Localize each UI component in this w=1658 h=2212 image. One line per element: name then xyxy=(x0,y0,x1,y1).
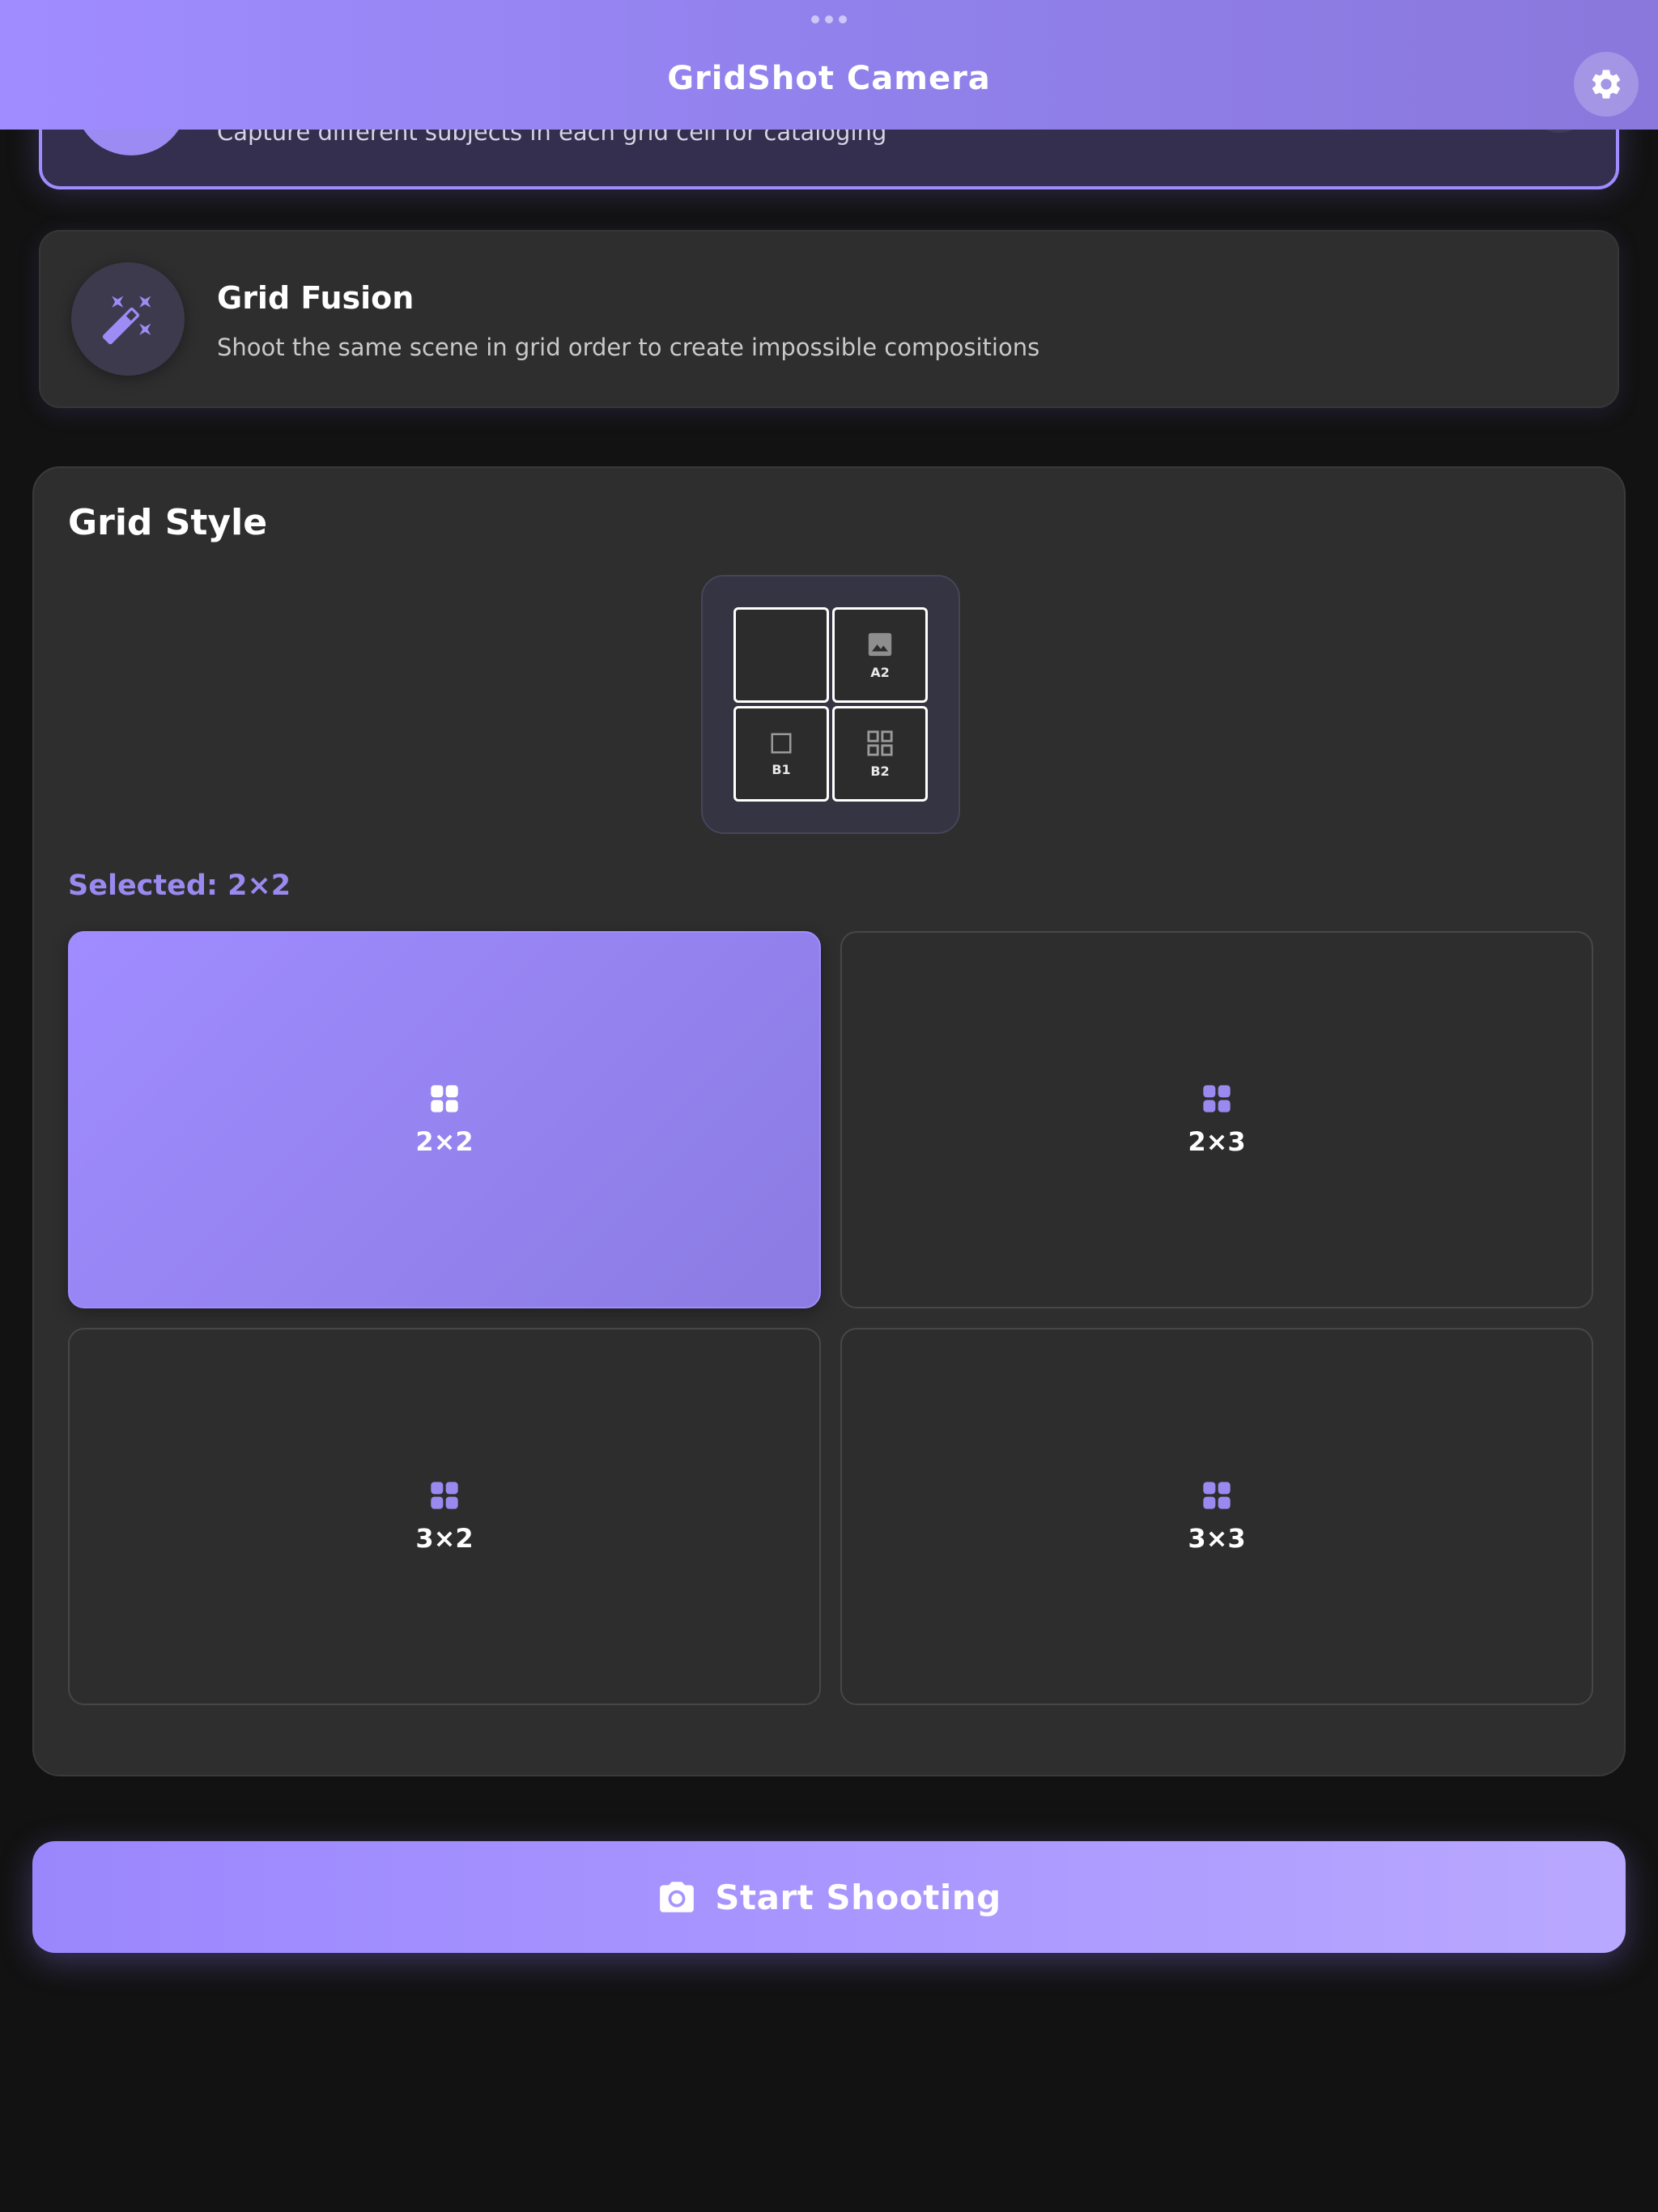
panel-title: Grid Style xyxy=(68,502,268,543)
preview-cell-label: B1 xyxy=(772,761,791,777)
grid-option-label: 2×2 xyxy=(415,1126,474,1157)
grid-icon xyxy=(1203,1482,1231,1509)
square-icon xyxy=(771,733,792,753)
grid-icon xyxy=(867,730,893,756)
grid-preview-cells: A2 B1 B2 xyxy=(733,607,928,802)
mode-card-grid-fusion[interactable]: Grid Fusion Shoot the same scene in grid… xyxy=(39,230,1619,408)
app-title: GridShot Camera xyxy=(667,60,991,97)
grid-icon xyxy=(431,1482,458,1509)
settings-button[interactable] xyxy=(1574,52,1639,117)
grid-option-3x2[interactable]: 3×2 xyxy=(68,1328,821,1705)
start-shooting-label: Start Shooting xyxy=(715,1877,1001,1917)
image-icon xyxy=(868,632,892,656)
mode-description: Shoot the same scene in grid order to cr… xyxy=(217,334,1040,361)
preview-cell-label: A2 xyxy=(870,664,890,680)
grid-style-panel: Grid Style A2 B1 B2 Selected: 2×2 2×2 2×… xyxy=(32,466,1626,1776)
grid-preview: A2 B1 B2 xyxy=(701,575,960,834)
grid-option-label: 2×3 xyxy=(1188,1126,1246,1157)
grid-option-label: 3×3 xyxy=(1188,1523,1246,1554)
drag-handle-dots[interactable] xyxy=(811,15,847,24)
selected-grid-label: Selected: 2×2 xyxy=(68,870,291,902)
preview-cell-b1: B1 xyxy=(733,706,829,802)
preview-cell-a1 xyxy=(733,607,829,703)
grid-icon xyxy=(431,1085,458,1112)
preview-cell-label: B2 xyxy=(870,763,890,779)
grid-option-3x3[interactable]: 3×3 xyxy=(840,1328,1593,1705)
grid-option-label: 3×2 xyxy=(415,1523,474,1554)
preview-cell-b2: B2 xyxy=(832,706,928,802)
preview-cell-a2: A2 xyxy=(832,607,928,703)
start-shooting-button[interactable]: Start Shooting xyxy=(32,1841,1626,1953)
grid-option-2x2[interactable]: 2×2 xyxy=(68,931,821,1308)
grid-icon xyxy=(1203,1085,1231,1112)
grid-option-2x3[interactable]: 2×3 xyxy=(840,931,1593,1308)
mode-name: Grid Fusion xyxy=(217,280,414,316)
camera-icon xyxy=(660,1882,695,1912)
magic-wand-icon xyxy=(102,296,151,345)
mode-icon-circle xyxy=(71,262,185,376)
gear-icon xyxy=(1592,70,1621,99)
app-header: GridShot Camera xyxy=(0,0,1658,130)
